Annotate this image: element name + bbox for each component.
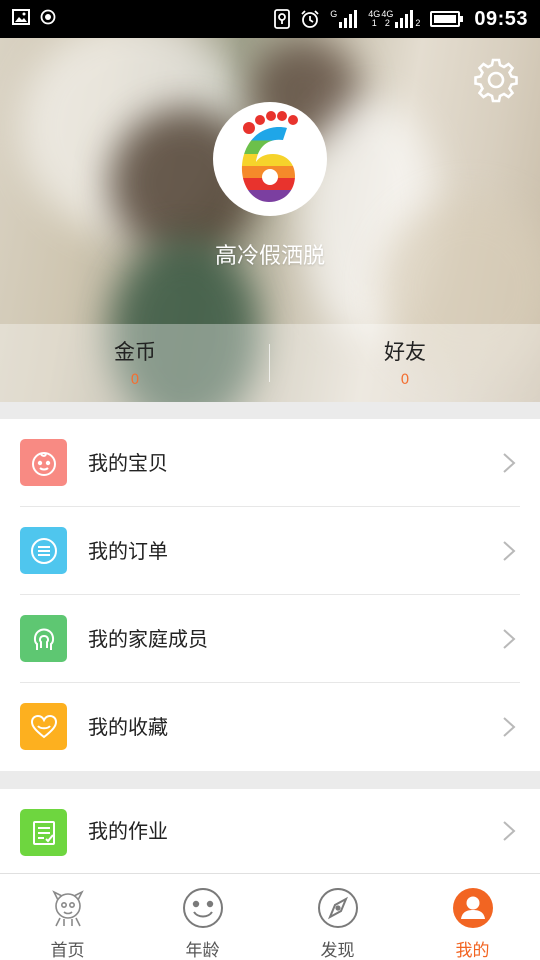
menu-item-my-family-label: 我的家庭成员 [88,627,208,651]
alarm-icon [301,10,319,28]
compass-icon [317,888,358,928]
tab-home-label: 首页 [50,941,85,960]
stat-coins[interactable]: 金币 0 [0,324,270,402]
footprint-six-logo-icon [241,111,298,202]
menu-item-my-orders-label: 我的订单 [88,539,168,563]
tab-mine-label: 我的 [455,941,490,960]
chevron-right-icon [503,821,516,841]
heart-icon [20,703,67,750]
record-notification-icon [40,9,56,25]
avatar[interactable] [213,102,327,216]
smiley-face-icon [182,888,223,928]
signal-bars-icon [339,10,358,28]
chevron-right-icon [503,717,516,737]
tab-mine[interactable]: 我的 [405,874,540,960]
network-slot-label-2: 2 [384,18,390,28]
location-icon [274,9,291,29]
user-icon [452,888,493,928]
settings-gear-icon[interactable] [472,56,520,104]
clock: 09:53 [474,7,528,30]
menu-group-secondary: 我的作业 [0,789,540,873]
stats-bar: 金币 0 好友 0 [0,324,540,402]
menu-group-main: 我的宝贝 我的订单 我的家庭成员 我的收藏 [0,419,540,771]
sim1-network-label: G [330,9,338,19]
network-type-stack-2: 4G 2 [381,10,393,28]
network-type-stack: 4G 1 [368,10,380,28]
stat-friends-value: 0 [400,372,410,388]
chevron-right-icon [503,629,516,649]
family-icon [20,615,67,662]
menu-item-my-favorites[interactable]: 我的收藏 [0,683,540,771]
menu-item-my-baby[interactable]: 我的宝贝 [0,419,540,507]
stat-friends[interactable]: 好友 0 [270,324,540,402]
menu-item-my-homework-label: 我的作业 [88,819,168,843]
status-bar: G 4G 1 4G 2 2 09:53 [0,0,540,38]
tab-discover[interactable]: 发现 [270,874,405,960]
profile-header: 高冷假洒脱 金币 0 好友 0 [0,38,540,402]
menu-item-my-favorites-label: 我的收藏 [88,715,168,739]
signal-bars-2-icon [395,10,414,28]
signal-2: 4G 1 4G 2 2 [368,10,420,28]
baby-face-icon [20,439,67,486]
order-list-icon [20,527,67,574]
tab-age-label: 年龄 [185,941,220,960]
image-notification-icon [12,9,30,25]
menu-item-my-family[interactable]: 我的家庭成员 [0,595,540,683]
homework-icon [20,809,67,856]
network-slot-label: 1 [371,18,377,28]
stat-coins-value: 0 [130,372,140,388]
chevron-right-icon [503,541,516,561]
username: 高冷假洒脱 [214,244,325,269]
signal-1: G [330,10,358,28]
stat-friends-label: 好友 [384,340,426,364]
tab-home[interactable]: 首页 [0,874,135,960]
tab-age[interactable]: 年龄 [135,874,270,960]
battery-icon [430,11,464,27]
chevron-right-icon [503,453,516,473]
menu-item-my-homework[interactable]: 我的作业 [0,789,540,873]
menu-item-my-orders[interactable]: 我的订单 [0,507,540,595]
tab-discover-label: 发现 [320,941,355,960]
menu-item-my-baby-label: 我的宝贝 [88,451,168,475]
home-mascot-icon [51,890,84,927]
stat-coins-label: 金币 [114,340,156,364]
bottom-nav: 首页 年龄 发现 我的 [0,873,540,960]
sim2-suffix-label: 2 [415,18,421,28]
